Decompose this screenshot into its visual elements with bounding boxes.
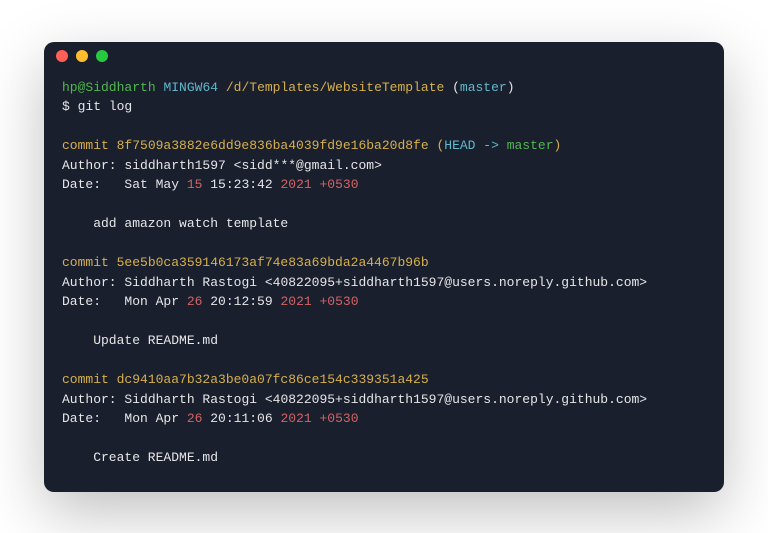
command-text: git log	[78, 99, 133, 114]
close-icon[interactable]	[56, 50, 68, 62]
commit-date-line: Date: Mon Apr 26 20:12:59 2021 +0530	[62, 292, 706, 312]
commit-author-line: Author: Siddharth Rastogi <40822095+sidd…	[62, 273, 706, 293]
commit-message: Update README.md	[62, 331, 706, 351]
commit-hash: dc9410aa7b32a3be0a07fc86ce154c339351a425	[117, 372, 429, 387]
date-dom: 26	[187, 294, 203, 309]
author-value: siddharth1597 <sidd***@gmail.com>	[124, 158, 381, 173]
commit-message: Create README.md	[62, 448, 706, 468]
author-value: Siddharth Rastogi <40822095+siddharth159…	[124, 275, 647, 290]
commit-label: commit	[62, 255, 117, 270]
commit-hash: 8f7509a3882e6dd9e836ba4039fd9e16ba20d8fe	[117, 138, 429, 153]
commit-label: commit	[62, 138, 117, 153]
date-day: Mon Apr	[124, 411, 186, 426]
date-tz: +0530	[312, 294, 359, 309]
window-titlebar	[44, 42, 724, 70]
blank-line	[62, 195, 706, 215]
blank-line	[62, 312, 706, 332]
date-tz: +0530	[312, 177, 359, 192]
blank-line	[62, 351, 706, 371]
date-prefix: Date:	[62, 411, 124, 426]
prompt-symbol: $	[62, 99, 70, 114]
refs-branch: master	[507, 138, 554, 153]
minimize-icon[interactable]	[76, 50, 88, 62]
maximize-icon[interactable]	[96, 50, 108, 62]
date-tz: +0530	[312, 411, 359, 426]
command-line: $ git log	[62, 97, 706, 117]
author-value: Siddharth Rastogi <40822095+siddharth159…	[124, 392, 647, 407]
commit-hash-line: commit 8f7509a3882e6dd9e836ba4039fd9e16b…	[62, 136, 706, 156]
date-year: 2021	[280, 411, 311, 426]
commit-author-line: Author: siddharth1597 <sidd***@gmail.com…	[62, 156, 706, 176]
refs-head: HEAD ->	[444, 138, 506, 153]
commit-author-line: Author: Siddharth Rastogi <40822095+sidd…	[62, 390, 706, 410]
terminal-window: hp@Siddharth MINGW64 /d/Templates/Websit…	[44, 42, 724, 492]
commit-label: commit	[62, 372, 117, 387]
prompt-branch: master	[460, 80, 507, 95]
commit-date-line: Date: Sat May 15 15:23:42 2021 +0530	[62, 175, 706, 195]
date-year: 2021	[280, 294, 311, 309]
commit-message: add amazon watch template	[62, 214, 706, 234]
blank-line	[62, 117, 706, 137]
commit-hash-line: commit 5ee5b0ca359146173af74e83a69bda2a4…	[62, 253, 706, 273]
date-year: 2021	[280, 177, 311, 192]
blank-line	[62, 234, 706, 254]
refs-open: (	[429, 138, 445, 153]
commit-hash: 5ee5b0ca359146173af74e83a69bda2a4467b96b	[117, 255, 429, 270]
date-day: Mon Apr	[124, 294, 186, 309]
author-label: Author:	[62, 158, 124, 173]
date-time: 20:11:06	[202, 411, 280, 426]
terminal-content[interactable]: hp@Siddharth MINGW64 /d/Templates/Websit…	[44, 70, 724, 492]
author-label: Author:	[62, 392, 124, 407]
commit-hash-line: commit dc9410aa7b32a3be0a07fc86ce154c339…	[62, 370, 706, 390]
prompt-env: MINGW64	[163, 80, 218, 95]
blank-line	[62, 429, 706, 449]
prompt-user-host: hp@Siddharth	[62, 80, 156, 95]
date-dom: 26	[187, 411, 203, 426]
date-prefix: Date:	[62, 177, 124, 192]
prompt-path: /d/Templates/WebsiteTemplate	[226, 80, 444, 95]
date-day: Sat May	[124, 177, 186, 192]
date-time: 15:23:42	[202, 177, 280, 192]
author-label: Author:	[62, 275, 124, 290]
date-dom: 15	[187, 177, 203, 192]
refs-close: )	[554, 138, 562, 153]
date-prefix: Date:	[62, 294, 124, 309]
date-time: 20:12:59	[202, 294, 280, 309]
commit-date-line: Date: Mon Apr 26 20:11:06 2021 +0530	[62, 409, 706, 429]
prompt-line: hp@Siddharth MINGW64 /d/Templates/Websit…	[62, 78, 706, 98]
